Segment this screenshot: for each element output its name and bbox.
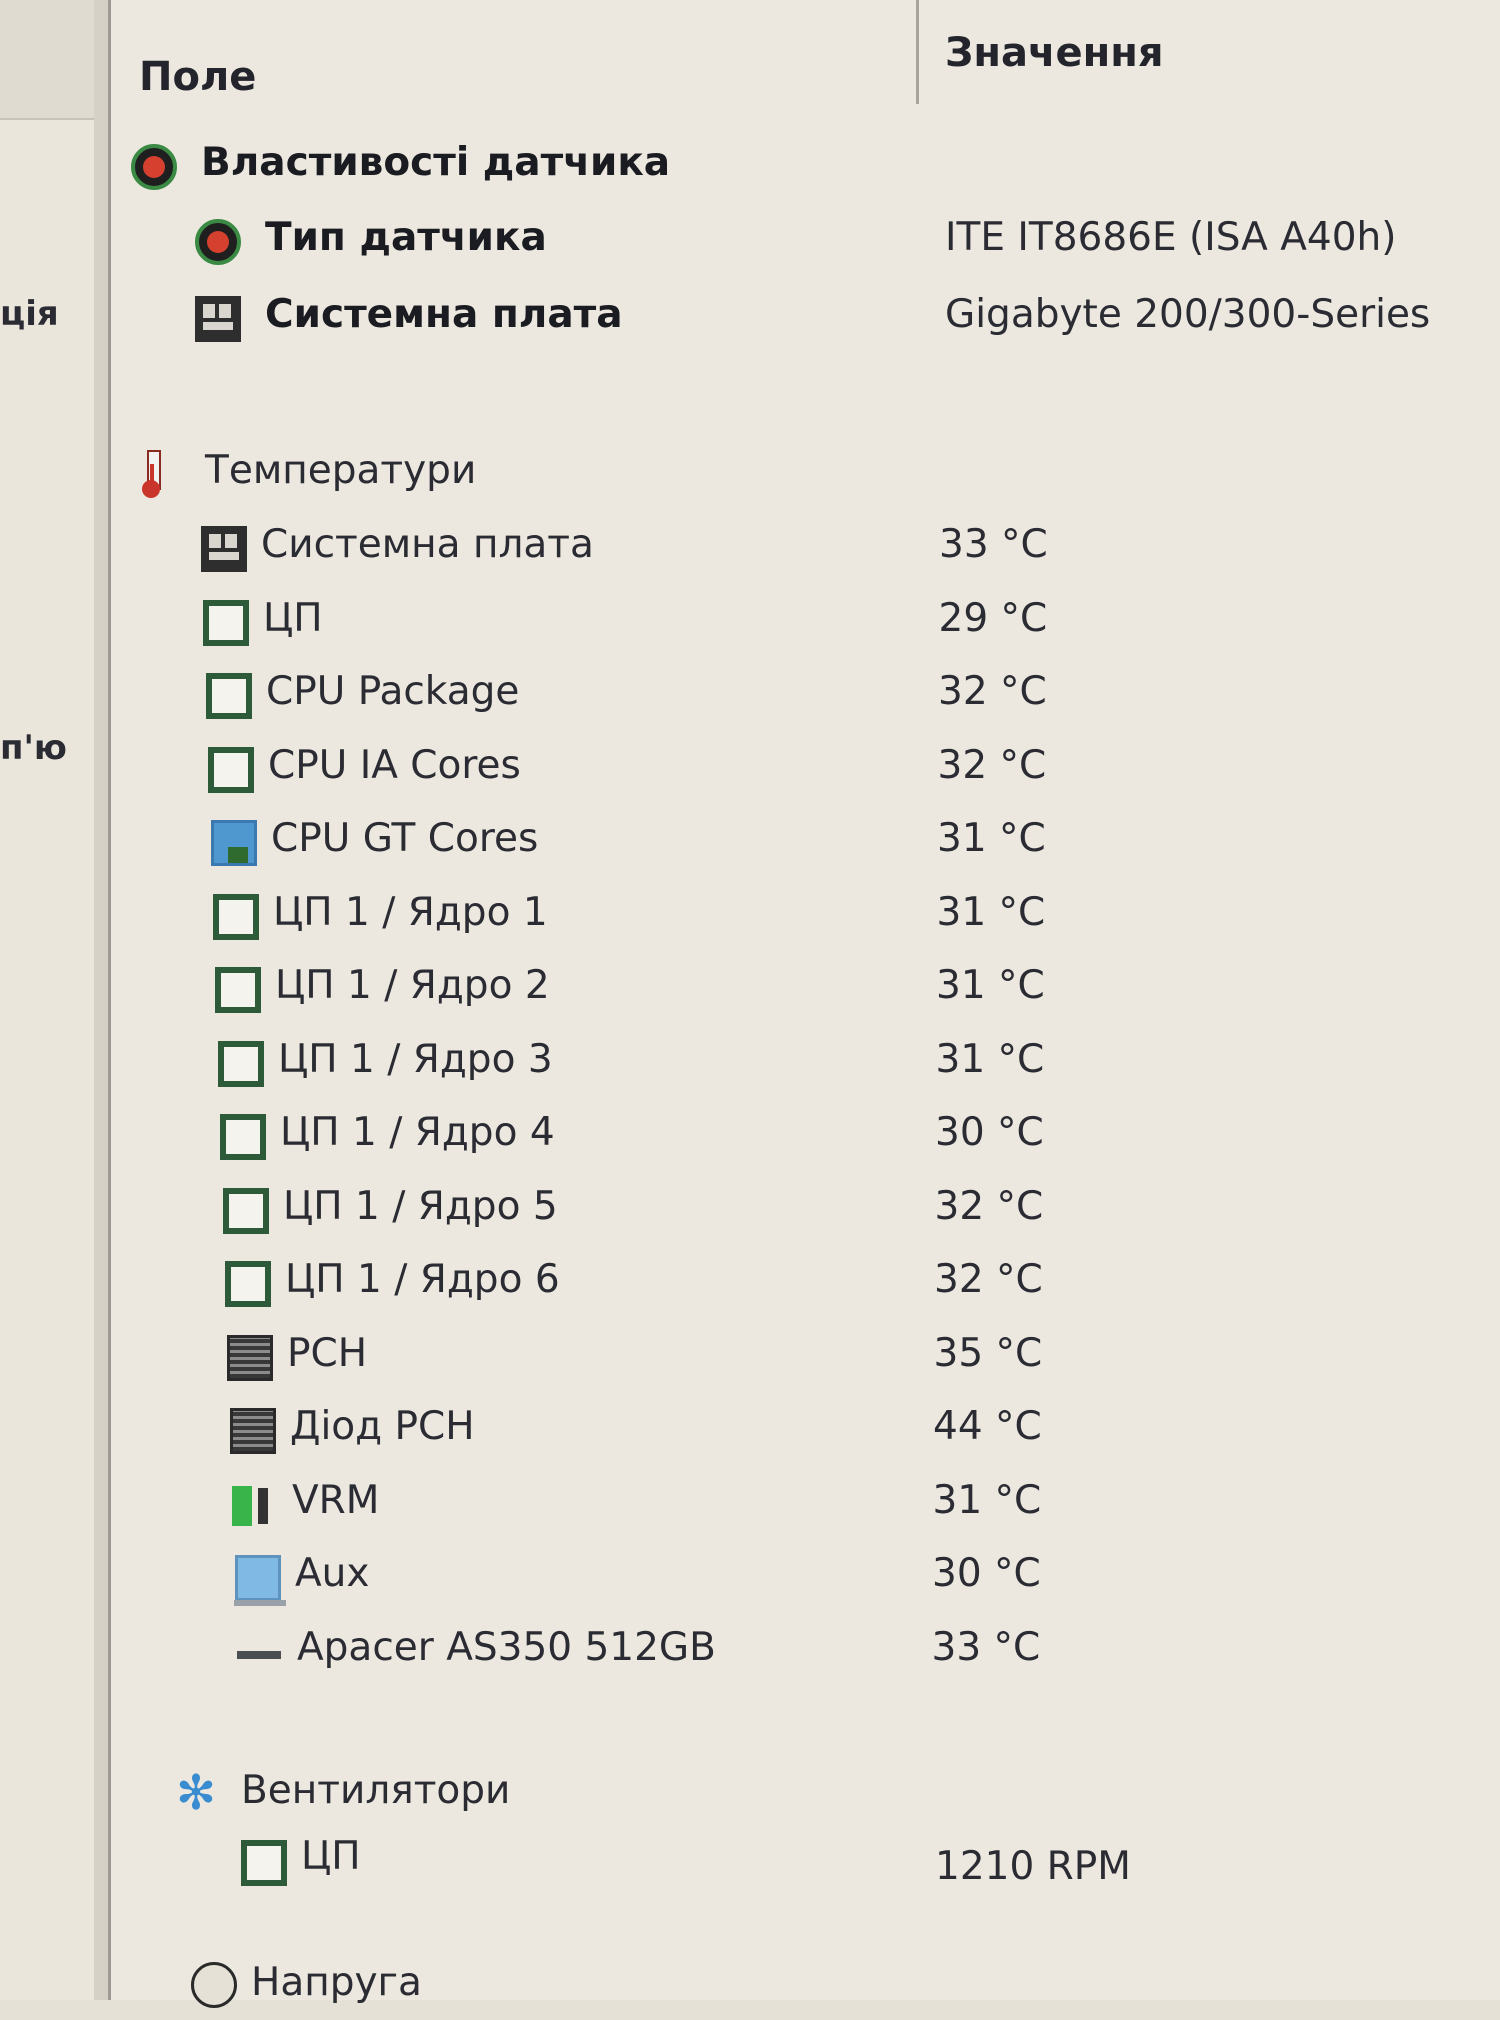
table-row[interactable]: PCH 35 °C [111, 1329, 1500, 1389]
fan-icon: ✻ [175, 1765, 217, 1821]
field-value: 30 °C [932, 1551, 1041, 1596]
field-label: Системна плата [265, 292, 623, 337]
field-value: 31 °C [936, 890, 1046, 935]
chipset-icon [230, 1408, 276, 1454]
field-value: 32 °C [937, 743, 1047, 788]
group-sensor-properties[interactable]: Властивості датчика [111, 138, 1500, 198]
field-value: 33 °C [931, 1625, 1041, 1670]
cpu-icon [241, 1840, 287, 1886]
group-title: Властивості датчика [201, 140, 671, 185]
field-label: PCH [287, 1331, 368, 1376]
cpu-icon [215, 967, 261, 1013]
column-header-field[interactable]: Поле [139, 54, 256, 100]
group-title: Напруга [251, 1960, 422, 2005]
table-row[interactable]: VRM 31 °C [111, 1476, 1500, 1536]
field-value: 1210 RPM [935, 1844, 1131, 1889]
field-label: ЦП [301, 1834, 361, 1879]
sensor-icon [131, 144, 177, 190]
table-row[interactable]: ЦП 1 / Ядро 2 31 °C [111, 961, 1500, 1021]
field-label: ЦП 1 / Ядро 3 [278, 1037, 553, 1082]
field-value: 32 °C [934, 1257, 1043, 1302]
left-pane-scrollbar[interactable] [94, 0, 108, 2000]
gpu-icon [211, 820, 257, 866]
group-fans[interactable]: ✻ Вентилятори [111, 1766, 1500, 1826]
chipset-icon [227, 1335, 273, 1381]
field-value: 44 °C [933, 1404, 1042, 1449]
field-label: ЦП 1 / Ядро 2 [275, 963, 550, 1008]
field-value: 35 °C [933, 1331, 1043, 1376]
field-value: 31 °C [936, 963, 1045, 1008]
nav-item-fragment[interactable]: ція [0, 294, 59, 334]
monitor-icon [234, 1555, 286, 1606]
field-label: ЦП 1 / Ядро 4 [280, 1110, 555, 1155]
cpu-icon [213, 894, 259, 940]
vrm-icon [232, 1482, 278, 1528]
table-row[interactable]: ЦП 1 / Ядро 3 31 °C [111, 1035, 1500, 1095]
field-label: Діод PCH [290, 1404, 475, 1449]
field-label: Системна плата [261, 522, 594, 567]
field-value: 31 °C [937, 816, 1046, 861]
cpu-icon [225, 1261, 271, 1307]
column-divider[interactable] [916, 0, 919, 104]
field-label: VRM [292, 1478, 380, 1523]
sensor-icon [195, 219, 241, 265]
table-row[interactable]: ЦП 1 / Ядро 6 32 °C [111, 1255, 1500, 1315]
table-row[interactable]: ЦП 29 °C [111, 594, 1500, 654]
left-pane-top-item [0, 0, 108, 120]
nav-item-fragment[interactable]: п'ю [0, 728, 67, 768]
field-value: 33 °C [939, 522, 1048, 567]
field-value: 32 °C [938, 669, 1047, 714]
list-item[interactable]: Тип датчика ITE IT8686E (ISA A40h) [111, 213, 1500, 273]
field-value: 32 °C [934, 1184, 1044, 1229]
field-label: CPU IA Cores [268, 743, 521, 788]
list-item[interactable]: ЦП 1210 RPM [111, 1830, 1500, 1890]
field-label: Apacer AS350 512GB [297, 1625, 716, 1670]
table-row[interactable]: Діод PCH 44 °C [111, 1402, 1500, 1462]
table-row[interactable]: ЦП 1 / Ядро 5 32 °C [111, 1182, 1500, 1242]
group-title: Вентилятори [241, 1768, 511, 1813]
sensor-list-view: Поле Значення Властивості датчика Тип да… [111, 0, 1500, 2008]
column-header-value[interactable]: Значення [945, 30, 1164, 76]
table-row[interactable]: Aux 30 °C [111, 1549, 1500, 1609]
cpu-icon [208, 747, 254, 793]
motherboard-icon [201, 526, 247, 572]
field-label: CPU GT Cores [271, 816, 539, 861]
thermometer-icon [133, 450, 179, 498]
cpu-icon [206, 673, 252, 719]
field-label: ЦП 1 / Ядро 1 [273, 890, 548, 935]
field-label: Тип датчика [265, 215, 547, 260]
field-label: CPU Package [266, 669, 520, 714]
left-navigation-pane[interactable]: ція п'ю [0, 0, 111, 2000]
cpu-icon [223, 1188, 269, 1234]
group-voltage[interactable]: Напруга [111, 1960, 1500, 2020]
table-row[interactable]: CPU IA Cores 32 °C [111, 741, 1500, 801]
voltage-icon [191, 1962, 237, 2008]
column-header-row: Поле Значення [111, 0, 1500, 112]
field-label: ЦП 1 / Ядро 5 [283, 1184, 558, 1229]
field-label: ЦП [263, 596, 323, 641]
list-item[interactable]: Системна плата Gigabyte 200/300-Series [111, 290, 1500, 350]
table-row[interactable]: ЦП 1 / Ядро 4 30 °C [111, 1108, 1500, 1168]
table-row[interactable]: Системна плата 33 °C [111, 520, 1500, 580]
drive-icon [237, 1629, 283, 1675]
cpu-icon [203, 600, 249, 646]
group-title: Температури [205, 448, 477, 493]
cpu-icon [220, 1114, 266, 1160]
group-temperatures[interactable]: Температури [111, 446, 1500, 506]
field-value: ITE IT8686E (ISA A40h) [945, 215, 1397, 260]
field-value: 30 °C [935, 1110, 1044, 1155]
field-value: 31 °C [932, 1478, 1042, 1523]
table-row[interactable]: CPU Package 32 °C [111, 667, 1500, 727]
motherboard-icon [195, 296, 241, 342]
table-row[interactable]: Apacer AS350 512GB 33 °C [111, 1623, 1500, 1683]
field-label: Aux [295, 1551, 370, 1596]
table-row[interactable]: CPU GT Cores 31 °C [111, 814, 1500, 874]
field-value: 29 °C [938, 596, 1048, 641]
cpu-icon [218, 1041, 264, 1087]
field-label: ЦП 1 / Ядро 6 [285, 1257, 560, 1302]
field-value: 31 °C [935, 1037, 1045, 1082]
field-value: Gigabyte 200/300-Series [945, 292, 1431, 337]
table-row[interactable]: ЦП 1 / Ядро 1 31 °C [111, 888, 1500, 948]
